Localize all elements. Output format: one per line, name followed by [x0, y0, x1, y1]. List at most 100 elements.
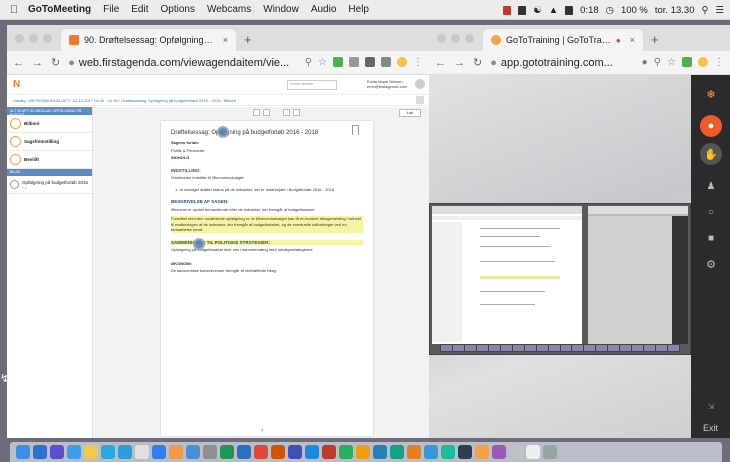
profile-icon[interactable] [698, 57, 708, 67]
app-dock-icon-5[interactable] [373, 445, 387, 459]
url-input[interactable]: ● web.firstagenda.com/viewagendaitem/vie.… [68, 57, 296, 69]
annotation-marker[interactable] [193, 238, 205, 250]
back-icon[interactable]: ← [13, 57, 24, 69]
downloads-dock-icon[interactable] [509, 445, 523, 459]
sidebar-item-bilbore[interactable]: Bilboré [7, 115, 92, 133]
extension-icon-2[interactable] [349, 57, 359, 67]
pause-icon[interactable] [503, 5, 512, 15]
close-tab-icon[interactable]: × [223, 35, 228, 45]
teams-dock-icon[interactable] [288, 445, 302, 459]
profile-icon[interactable] [397, 57, 407, 67]
annotation-marker[interactable] [217, 126, 229, 138]
breadcrumb-text[interactable]: Udvalg / ØKONOMIUDVALGET / 12-10-2017 08… [13, 98, 236, 103]
chrome-dock-icon[interactable] [186, 445, 200, 459]
app-dock-icon-9[interactable] [441, 445, 455, 459]
zoom-icon[interactable]: ⚲ [305, 57, 312, 68]
app-dock-icon-4[interactable] [356, 445, 370, 459]
settings-gear-icon[interactable]: ⚙ [700, 253, 722, 275]
menu-webcams[interactable]: Webcams [207, 4, 251, 15]
sidebar-item-attachment[interactable]: Opfølgning på budgetforløb 2016 -... [7, 176, 92, 194]
status-icon-a[interactable]: ☯ [533, 5, 542, 16]
menu-edit[interactable]: Edit [131, 4, 148, 15]
apple-icon[interactable]:  [0, 4, 28, 16]
zoom-window-icon[interactable] [465, 34, 474, 43]
menu-dots-icon[interactable]: ⋮ [714, 57, 724, 68]
app-dock-icon-3[interactable] [339, 445, 353, 459]
screen-icon[interactable] [565, 5, 574, 15]
raise-hand-icon[interactable]: ✋ [700, 143, 722, 165]
appstore-dock-icon[interactable] [152, 445, 166, 459]
close-panel-icon[interactable] [416, 96, 424, 104]
gototraining-dock-icon[interactable] [169, 445, 183, 459]
menu-window[interactable]: Window [263, 4, 299, 15]
back-icon[interactable]: ← [435, 57, 446, 69]
menu-dots-icon[interactable]: ⋮ [413, 57, 423, 68]
siri-dock-icon[interactable] [33, 445, 47, 459]
star-icon[interactable]: ☆ [667, 57, 676, 68]
tab-gototraining[interactable]: GoToTraining | GoToTraining ● × [483, 29, 643, 51]
settings-dock-icon[interactable] [203, 445, 217, 459]
app-dock-icon-11[interactable] [492, 445, 506, 459]
menu-help[interactable]: Help [348, 4, 369, 15]
sidebar-item-sagsfremstilling[interactable]: Sagsfremstilling [7, 133, 92, 151]
zoom-icon[interactable]: ⚲ [654, 57, 661, 68]
wifi-icon[interactable]: ◷ [606, 5, 614, 16]
battery-text[interactable]: 100 % [621, 5, 648, 16]
fullscreen-icon[interactable]: ⇲ [700, 395, 722, 417]
safari-dock-icon[interactable] [67, 445, 81, 459]
avatar[interactable] [415, 79, 425, 89]
extension-icon-4[interactable] [381, 57, 391, 67]
skype-dock-icon[interactable] [305, 445, 319, 459]
upload-icon[interactable]: ▲ [549, 5, 558, 16]
gotomeeting-dock-icon[interactable] [475, 445, 489, 459]
mail-dock-icon[interactable] [101, 445, 115, 459]
close-window-icon[interactable] [437, 34, 446, 43]
menu-audio[interactable]: Audio [311, 4, 337, 15]
search-input[interactable]: Sorter dømte [287, 80, 337, 90]
clock[interactable]: tor. 13.30 [655, 5, 695, 16]
mic-icon[interactable]: ● [700, 115, 722, 137]
app-dock-icon-10[interactable] [458, 445, 472, 459]
recording-timer[interactable]: 0:18 [580, 5, 599, 16]
menu-app-name[interactable]: GoToMeeting [28, 4, 91, 15]
materials-icon[interactable]: ■ [700, 227, 722, 249]
extension-icon-3[interactable] [365, 57, 375, 67]
trash-dock-icon[interactable] [543, 445, 557, 459]
highlighted-text[interactable]: Formålet med den nuværende opfølgning er… [171, 216, 363, 233]
zoom-view-icon[interactable] [293, 109, 300, 116]
chat-icon[interactable]: ○ [700, 201, 722, 223]
close-window-icon[interactable] [15, 34, 24, 43]
forward-icon[interactable]: → [32, 57, 43, 69]
extra-status-icon[interactable] [518, 5, 527, 15]
close-tab-icon[interactable]: × [630, 35, 635, 45]
app-dock-icon-7[interactable] [407, 445, 421, 459]
finder-dock-icon[interactable] [16, 445, 30, 459]
minimize-window-icon[interactable] [451, 34, 460, 43]
app-dock-icon-1[interactable] [220, 445, 234, 459]
mic-icon[interactable]: ● [642, 57, 648, 68]
contacts-dock-icon[interactable] [135, 445, 149, 459]
url-input[interactable]: ● app.gototraining.com... [490, 57, 633, 69]
minimize-window-icon[interactable] [29, 34, 38, 43]
star-icon[interactable]: ☆ [318, 57, 327, 68]
extension-icon-1[interactable] [333, 57, 343, 67]
acrobat-dock-icon[interactable] [254, 445, 268, 459]
app-dock-icon-6[interactable] [390, 445, 404, 459]
app-dock-icon-8[interactable] [424, 445, 438, 459]
zoom-window-icon[interactable] [43, 34, 52, 43]
prev-page-icon[interactable] [253, 109, 260, 116]
notification-icon[interactable]: ☰ [715, 5, 724, 16]
attendees-icon[interactable]: ♟ [700, 175, 722, 197]
next-page-icon[interactable] [263, 109, 270, 116]
reload-icon[interactable]: ↻ [473, 56, 482, 69]
word-dock-icon[interactable] [237, 445, 251, 459]
powerpoint-dock-icon[interactable] [271, 445, 285, 459]
app-dock-icon-12[interactable] [526, 445, 540, 459]
sidebar-item-bevilift[interactable]: Bevilift [7, 151, 92, 169]
spotlight-icon[interactable]: ⚲ [702, 5, 709, 16]
new-tab-icon[interactable]: + [651, 32, 659, 47]
menu-file[interactable]: File [103, 4, 119, 15]
notes-dock-icon[interactable] [84, 445, 98, 459]
close-document-button[interactable]: Luk [399, 109, 421, 117]
grid-view-icon[interactable] [283, 109, 290, 116]
